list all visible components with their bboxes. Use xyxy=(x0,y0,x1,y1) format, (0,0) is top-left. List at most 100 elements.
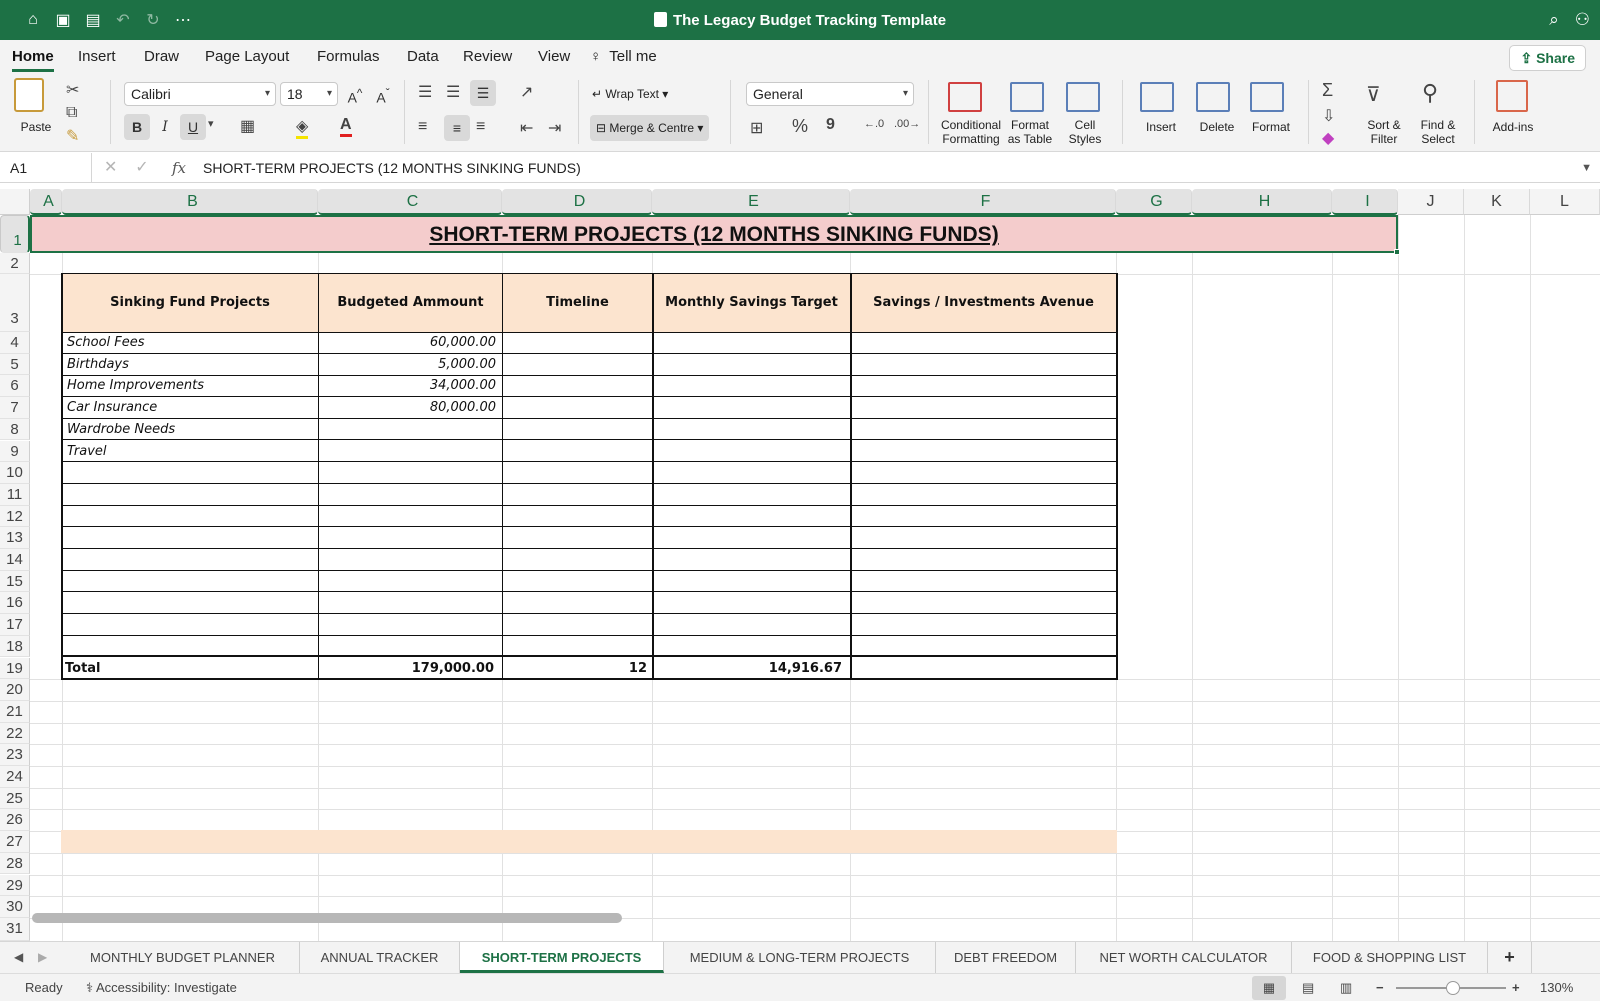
delete-cells-button[interactable]: Delete xyxy=(1190,120,1244,134)
formula-input[interactable]: SHORT-TERM PROJECTS (12 MONTHS SINKING F… xyxy=(203,153,581,183)
sort-filter-button[interactable]: Sort & Filter xyxy=(1360,118,1408,146)
insert-function-icon[interactable]: fx xyxy=(172,153,186,183)
accounting-format-icon[interactable]: ⊞ xyxy=(750,118,763,138)
tab-view[interactable]: View xyxy=(538,48,570,65)
cancel-icon[interactable]: ✕ xyxy=(104,159,117,176)
project-name-cell[interactable]: Home Improvements xyxy=(63,375,317,396)
cell-styles-icon[interactable] xyxy=(1066,82,1100,112)
row-header[interactable]: 14 xyxy=(0,549,30,571)
column-header[interactable]: D xyxy=(502,189,652,215)
expand-formula-icon[interactable]: ▼ xyxy=(1581,153,1592,183)
decrease-font-icon[interactable]: Aˇ xyxy=(370,81,396,107)
column-header[interactable]: F xyxy=(850,189,1116,215)
paste-label[interactable]: Paste xyxy=(14,120,58,134)
page-break-view-icon[interactable]: ▥ xyxy=(1340,974,1352,1002)
clear-icon[interactable]: ◆ xyxy=(1322,128,1334,148)
align-middle-icon[interactable]: ☰ xyxy=(446,82,460,102)
insert-cells-icon[interactable] xyxy=(1140,82,1174,112)
borders-icon[interactable]: ▦ xyxy=(240,116,255,136)
project-name-cell[interactable]: Wardrobe Needs xyxy=(63,419,317,440)
row-header[interactable]: 23 xyxy=(0,744,30,766)
sheet-tab[interactable]: MONTHLY BUDGET PLANNER xyxy=(66,942,300,973)
row-header[interactable]: 17 xyxy=(0,614,30,636)
bold-button[interactable]: B xyxy=(124,114,150,140)
total-label-cell[interactable]: Total xyxy=(65,658,315,680)
row-header[interactable]: 20 xyxy=(0,679,30,701)
align-left-icon[interactable]: ≡ xyxy=(418,118,427,136)
align-bottom-icon[interactable]: ☰ xyxy=(470,80,496,106)
row-header[interactable]: 30 xyxy=(0,896,30,918)
row-header[interactable]: 25 xyxy=(0,787,30,810)
row-header[interactable]: 2 xyxy=(0,253,30,274)
total-monthly-target-cell[interactable]: 14,916.67 xyxy=(654,658,848,680)
total-amount-cell[interactable]: 179,000.00 xyxy=(319,658,500,680)
total-timeline-cell[interactable]: 12 xyxy=(503,658,651,680)
number-format-select[interactable]: General ▾ xyxy=(746,82,914,106)
tab-review[interactable]: Review xyxy=(463,48,512,65)
tab-home[interactable]: Home xyxy=(12,48,54,72)
row-header[interactable]: 7 xyxy=(0,397,30,419)
project-name-cell[interactable]: Travel xyxy=(63,441,317,462)
page-layout-view-icon[interactable]: ▤ xyxy=(1302,974,1314,1002)
sort-filter-icon[interactable]: ⊽ xyxy=(1366,82,1381,107)
row-header[interactable]: 26 xyxy=(0,809,30,832)
tell-me[interactable]: ♀ Tell me xyxy=(590,48,657,65)
cut-icon[interactable]: ✂ xyxy=(66,80,79,100)
align-center-icon[interactable]: ≡ xyxy=(444,115,470,141)
italic-button[interactable]: I xyxy=(152,114,178,140)
add-sheet-button[interactable]: + xyxy=(1488,942,1532,973)
column-header[interactable]: E xyxy=(652,189,850,215)
sheet-tab[interactable]: DEBT FREEDOM xyxy=(936,942,1076,973)
row-header[interactable]: 15 xyxy=(0,570,30,593)
fill-icon[interactable]: ⇩ xyxy=(1322,106,1335,126)
fill-handle[interactable] xyxy=(1394,249,1400,255)
check-icon[interactable]: ✓ xyxy=(135,159,148,176)
row-header[interactable]: 4 xyxy=(0,332,30,354)
font-name-select[interactable]: Calibri ▾ xyxy=(124,82,276,106)
sheet-tab[interactable]: FOOD & SHOPPING LIST xyxy=(1292,942,1488,973)
fill-color-icon[interactable]: ◈ xyxy=(296,116,309,139)
zoom-in-icon[interactable]: + xyxy=(1512,974,1520,1002)
sheet-tab-active[interactable]: SHORT-TERM PROJECTS xyxy=(460,942,664,973)
column-header[interactable]: G xyxy=(1116,189,1192,215)
budget-amount-cell[interactable]: 34,000.00 xyxy=(319,375,502,396)
sheet-tab[interactable]: NET WORTH CALCULATOR xyxy=(1076,942,1292,973)
insert-cells-button[interactable]: Insert xyxy=(1134,120,1188,134)
name-box[interactable]: A1 xyxy=(0,153,92,183)
sheet-tab[interactable]: MEDIUM & LONG-TERM PROJECTS xyxy=(664,942,936,973)
cell-styles-button[interactable]: Cell Styles xyxy=(1062,118,1108,146)
autosum-icon[interactable]: Σ xyxy=(1322,80,1333,101)
find-select-icon[interactable]: ⚲ xyxy=(1422,80,1438,106)
sheet-next-icon[interactable]: ▶ xyxy=(38,942,47,973)
add-ins-icon[interactable] xyxy=(1496,80,1528,112)
column-header[interactable]: A xyxy=(30,189,62,215)
sheet-prev-icon[interactable]: ◀ xyxy=(14,942,23,973)
row-header[interactable]: 5 xyxy=(0,353,30,376)
tab-formulas[interactable]: Formulas xyxy=(317,48,380,65)
row-header[interactable]: 24 xyxy=(0,766,30,788)
merge-centre-button[interactable]: ⊟ Merge & Centre ▾ xyxy=(590,115,710,141)
worksheet-grid[interactable]: A B C D E F G H I J K L 1 2 3 4 5 6 7 8 … xyxy=(0,189,1600,941)
table-header[interactable]: Budgeted Ammount xyxy=(318,273,503,333)
horizontal-scrollbar[interactable] xyxy=(32,913,622,923)
decrease-decimal-icon[interactable]: .00→ xyxy=(894,118,920,130)
column-header[interactable]: I xyxy=(1332,189,1398,215)
format-as-table-icon[interactable] xyxy=(1010,82,1044,112)
row-header[interactable]: 19 xyxy=(0,657,30,680)
project-name-cell[interactable]: Car Insurance xyxy=(63,397,317,418)
zoom-level[interactable]: 130% xyxy=(1540,974,1573,1002)
row-header[interactable]: 11 xyxy=(0,483,30,506)
budget-amount-cell[interactable]: 80,000.00 xyxy=(319,397,502,418)
tab-data[interactable]: Data xyxy=(407,48,439,65)
row-header[interactable]: 3 xyxy=(0,274,30,332)
font-size-select[interactable]: 18 ▾ xyxy=(280,82,338,106)
format-as-table-button[interactable]: Format as Table xyxy=(1002,118,1058,146)
row-header[interactable]: 18 xyxy=(0,635,30,658)
increase-decimal-icon[interactable]: ←.0 xyxy=(864,118,884,130)
decrease-indent-icon[interactable]: ⇤ xyxy=(520,118,533,138)
add-ins-button[interactable]: Add-ins xyxy=(1486,120,1540,134)
budget-amount-cell[interactable]: 5,000.00 xyxy=(319,354,502,375)
table-header[interactable]: Monthly Savings Target xyxy=(652,273,851,333)
normal-view-icon[interactable]: ▦ xyxy=(1252,976,1286,1000)
format-cells-icon[interactable] xyxy=(1250,82,1284,112)
